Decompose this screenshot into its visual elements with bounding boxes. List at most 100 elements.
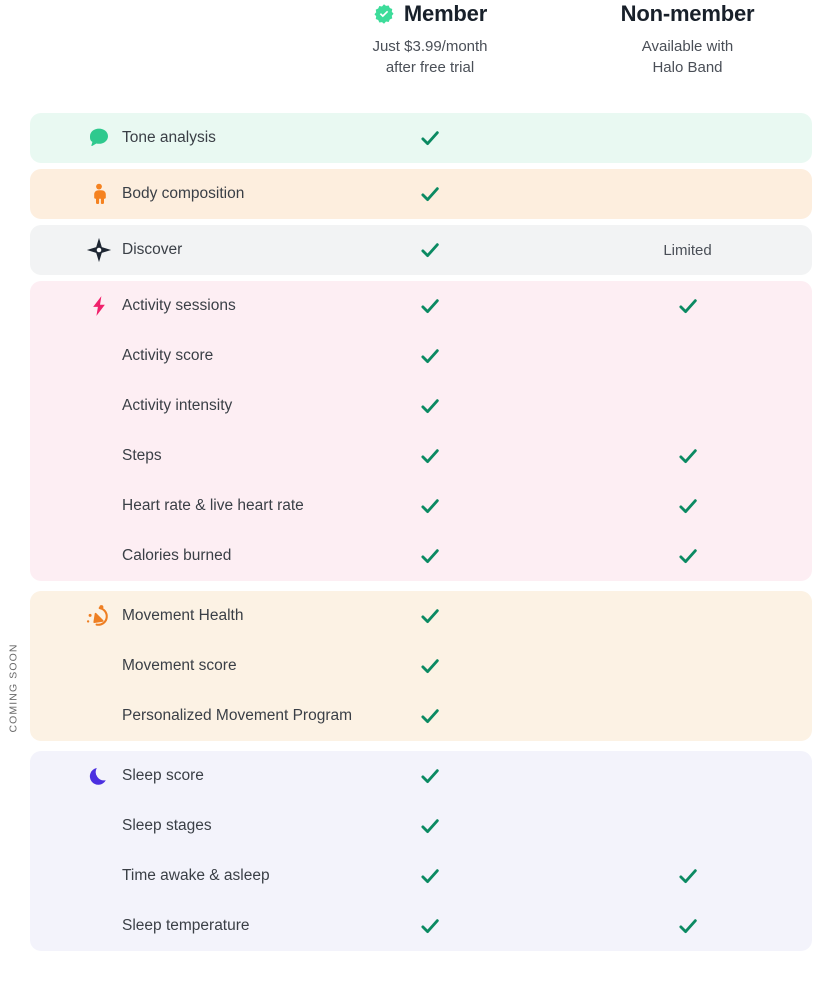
- member-title: Member: [403, 1, 488, 26]
- feature-cell-nonmember: [565, 691, 810, 741]
- verified-badge-icon: [373, 3, 395, 25]
- crescent-moon-icon: [85, 762, 113, 790]
- feature-row: Body composition: [30, 169, 812, 219]
- feature-card-tone: Tone analysis: [30, 113, 812, 163]
- feature-cell-member: [305, 225, 555, 275]
- feature-row: Activity score: [30, 331, 812, 381]
- feature-row: Heart rate & live heart rate: [30, 481, 812, 531]
- feature-cell-member: [305, 641, 555, 691]
- feature-cell-nonmember: Limited: [565, 225, 810, 275]
- feature-cell-member: [305, 331, 555, 381]
- speech-bubble-icon: [85, 124, 113, 152]
- feature-cell-nonmember: [565, 901, 810, 951]
- feature-cell-member: [305, 113, 555, 163]
- nonmember-title: Non-member: [620, 1, 755, 26]
- check-icon: [421, 131, 439, 146]
- limited-label: Limited: [663, 241, 712, 259]
- member-subtitle-line2: after free trial: [385, 59, 475, 76]
- check-icon: [678, 869, 697, 884]
- feature-card-movement: Movement Health Movement score Personalize…: [30, 591, 812, 741]
- feature-cell-nonmember: [565, 641, 810, 691]
- member-title-row: Member: [305, 0, 555, 28]
- feature-cell-member: [305, 169, 555, 219]
- feature-row: Movement Health: [30, 591, 812, 641]
- feature-label: Movement Health: [122, 607, 244, 624]
- check-icon: [678, 299, 697, 314]
- feature-row: Sleep stages: [30, 801, 812, 851]
- feature-cell-member: [305, 531, 555, 581]
- check-icon: [421, 709, 439, 724]
- feature-card-discover: Discover Limited: [30, 225, 812, 275]
- check-icon: [421, 549, 439, 564]
- check-icon: [421, 919, 439, 934]
- check-icon: [421, 349, 439, 364]
- feature-card-sleep: Sleep score Sleep stages Time awake & asle…: [30, 751, 812, 951]
- feature-cell-member: [305, 591, 555, 641]
- feature-row: Sleep temperature: [30, 901, 812, 951]
- check-icon: [678, 449, 697, 464]
- nonmember-title-row: Non-member: [565, 0, 810, 28]
- feature-sections: Tone analysis Body composition Discover Lim…: [30, 113, 812, 957]
- feature-row: Activity sessions: [30, 281, 812, 331]
- feature-cell-member: [305, 901, 555, 951]
- feature-row: Time awake & asleep: [30, 851, 812, 901]
- coming-soon-label: COMING SOON: [2, 604, 26, 772]
- feature-row: Calories burned: [30, 531, 812, 581]
- check-icon: [421, 243, 439, 258]
- check-icon: [421, 869, 439, 884]
- check-icon: [421, 449, 439, 464]
- lightning-bolt-icon: [85, 292, 113, 320]
- feature-label: Activity score: [122, 347, 214, 364]
- member-subtitle: Just $3.99/month after free trial: [305, 36, 555, 78]
- feature-label: Steps: [122, 447, 162, 464]
- feature-cell-nonmember: [565, 851, 810, 901]
- feature-row: Steps: [30, 431, 812, 481]
- feature-label: Sleep score: [122, 767, 204, 784]
- feature-comparison-page: Member Just $3.99/month after free trial…: [0, 0, 815, 1002]
- feature-label: Activity sessions: [122, 297, 236, 314]
- feature-cell-member: [305, 281, 555, 331]
- feature-cell-nonmember: [565, 591, 810, 641]
- coming-soon-text: COMING SOON: [8, 643, 21, 733]
- check-icon: [421, 659, 439, 674]
- feature-cell-member: [305, 381, 555, 431]
- feature-cell-member: [305, 751, 555, 801]
- check-icon: [421, 399, 439, 414]
- feature-label: Sleep temperature: [122, 917, 250, 934]
- feature-cell-member: [305, 691, 555, 741]
- check-icon: [678, 549, 697, 564]
- feature-label: Sleep stages: [122, 817, 212, 834]
- column-header-nonmember: Non-member Available with Halo Band: [565, 0, 810, 78]
- feature-label: Tone analysis: [122, 129, 216, 146]
- feature-cell-nonmember: [565, 169, 810, 219]
- feature-cell-nonmember: [565, 431, 810, 481]
- nonmember-subtitle: Available with Halo Band: [565, 36, 810, 78]
- motion-figure-icon: [85, 602, 113, 630]
- feature-cell-member: [305, 851, 555, 901]
- check-icon: [678, 499, 697, 514]
- check-icon: [421, 499, 439, 514]
- feature-label: Body composition: [122, 185, 245, 202]
- column-header-member: Member Just $3.99/month after free trial: [305, 0, 555, 78]
- feature-card-activity: Activity sessions Activity score Activity …: [30, 281, 812, 581]
- feature-label: Heart rate & live heart rate: [122, 497, 304, 514]
- feature-cell-member: [305, 481, 555, 531]
- feature-row: Discover Limited: [30, 225, 812, 275]
- feature-row: Activity intensity: [30, 381, 812, 431]
- feature-label: Discover: [122, 241, 183, 258]
- feature-cell-nonmember: [565, 381, 810, 431]
- feature-label: Time awake & asleep: [122, 867, 270, 884]
- feature-row: Tone analysis: [30, 113, 812, 163]
- feature-cell-nonmember: [565, 801, 810, 851]
- nonmember-subtitle-line1: Available with: [641, 38, 734, 55]
- feature-cell-nonmember: [565, 331, 810, 381]
- feature-cell-nonmember: [565, 481, 810, 531]
- feature-cell-nonmember: [565, 531, 810, 581]
- feature-cell-member: [305, 801, 555, 851]
- feature-cell-nonmember: [565, 113, 810, 163]
- check-icon: [421, 769, 439, 784]
- check-icon: [421, 819, 439, 834]
- check-icon: [421, 609, 439, 624]
- feature-cell-nonmember: [565, 281, 810, 331]
- feature-label: Calories burned: [122, 547, 232, 564]
